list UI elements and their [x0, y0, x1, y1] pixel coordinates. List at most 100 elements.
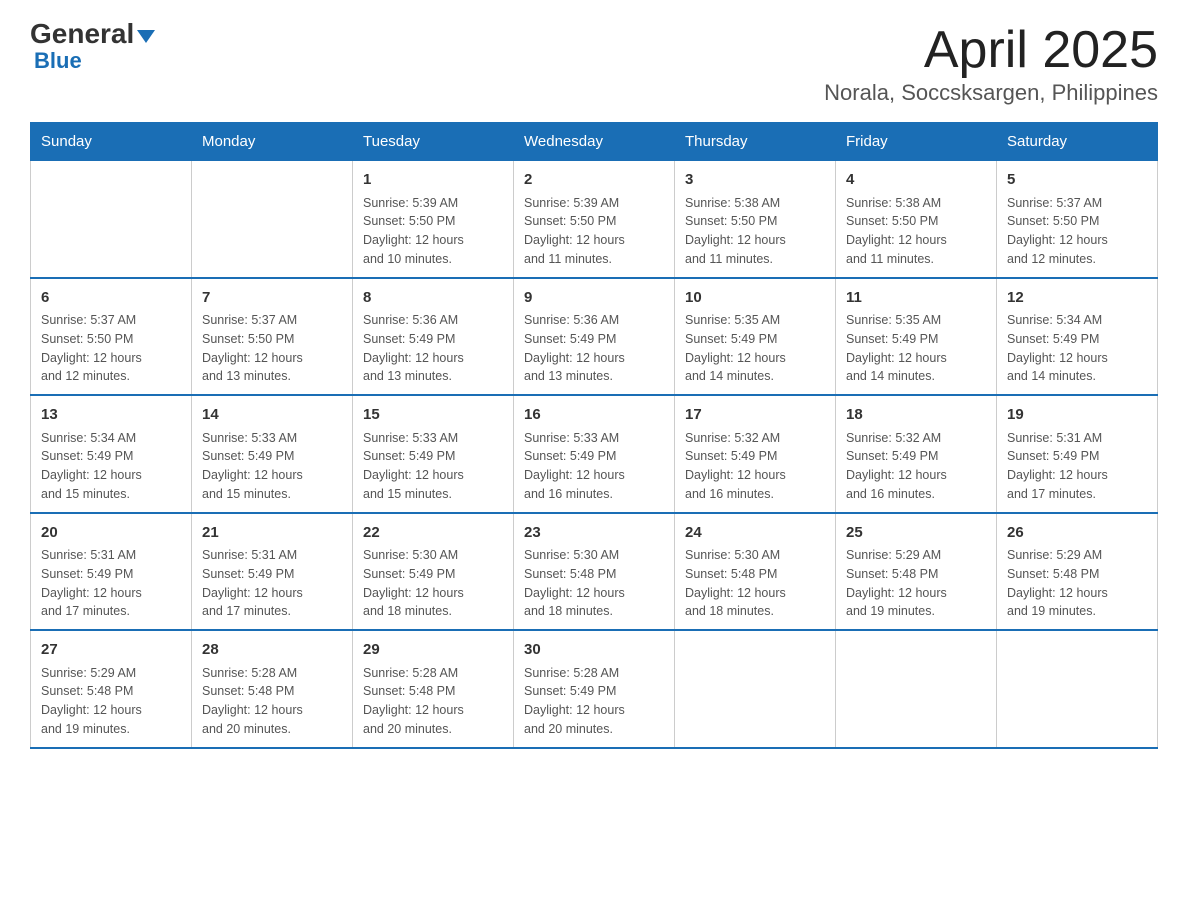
logo: General Blue	[30, 20, 155, 74]
day-number: 3	[685, 169, 825, 192]
day-number: 1	[363, 169, 503, 192]
table-row: 17Sunrise: 5:32 AM Sunset: 5:49 PM Dayli…	[675, 395, 836, 513]
calendar-week-row: 6Sunrise: 5:37 AM Sunset: 5:50 PM Daylig…	[31, 278, 1158, 396]
table-row	[192, 161, 353, 278]
table-row: 4Sunrise: 5:38 AM Sunset: 5:50 PM Daylig…	[836, 161, 997, 278]
table-row	[997, 630, 1158, 748]
day-number: 24	[685, 522, 825, 545]
table-row: 2Sunrise: 5:39 AM Sunset: 5:50 PM Daylig…	[514, 161, 675, 278]
day-number: 4	[846, 169, 986, 192]
day-number: 6	[41, 287, 181, 310]
day-info: Sunrise: 5:33 AM Sunset: 5:49 PM Dayligh…	[202, 429, 342, 504]
day-info: Sunrise: 5:36 AM Sunset: 5:49 PM Dayligh…	[524, 311, 664, 386]
day-info: Sunrise: 5:38 AM Sunset: 5:50 PM Dayligh…	[685, 194, 825, 269]
calendar-week-row: 20Sunrise: 5:31 AM Sunset: 5:49 PM Dayli…	[31, 513, 1158, 631]
day-info: Sunrise: 5:37 AM Sunset: 5:50 PM Dayligh…	[202, 311, 342, 386]
day-info: Sunrise: 5:32 AM Sunset: 5:49 PM Dayligh…	[685, 429, 825, 504]
table-row: 27Sunrise: 5:29 AM Sunset: 5:48 PM Dayli…	[31, 630, 192, 748]
day-number: 13	[41, 404, 181, 427]
table-row: 23Sunrise: 5:30 AM Sunset: 5:48 PM Dayli…	[514, 513, 675, 631]
day-info: Sunrise: 5:34 AM Sunset: 5:49 PM Dayligh…	[1007, 311, 1147, 386]
calendar-week-row: 1Sunrise: 5:39 AM Sunset: 5:50 PM Daylig…	[31, 161, 1158, 278]
day-number: 23	[524, 522, 664, 545]
table-row: 11Sunrise: 5:35 AM Sunset: 5:49 PM Dayli…	[836, 278, 997, 396]
calendar-week-row: 27Sunrise: 5:29 AM Sunset: 5:48 PM Dayli…	[31, 630, 1158, 748]
logo-blue: Blue	[34, 48, 82, 74]
header-saturday: Saturday	[997, 123, 1158, 161]
day-number: 9	[524, 287, 664, 310]
table-row: 10Sunrise: 5:35 AM Sunset: 5:49 PM Dayli…	[675, 278, 836, 396]
table-row	[836, 630, 997, 748]
day-number: 5	[1007, 169, 1147, 192]
day-info: Sunrise: 5:28 AM Sunset: 5:48 PM Dayligh…	[202, 664, 342, 739]
table-row: 20Sunrise: 5:31 AM Sunset: 5:49 PM Dayli…	[31, 513, 192, 631]
day-number: 21	[202, 522, 342, 545]
table-row: 28Sunrise: 5:28 AM Sunset: 5:48 PM Dayli…	[192, 630, 353, 748]
table-row: 5Sunrise: 5:37 AM Sunset: 5:50 PM Daylig…	[997, 161, 1158, 278]
header-sunday: Sunday	[31, 123, 192, 161]
table-row: 14Sunrise: 5:33 AM Sunset: 5:49 PM Dayli…	[192, 395, 353, 513]
day-info: Sunrise: 5:30 AM Sunset: 5:48 PM Dayligh…	[524, 546, 664, 621]
header-thursday: Thursday	[675, 123, 836, 161]
table-row: 7Sunrise: 5:37 AM Sunset: 5:50 PM Daylig…	[192, 278, 353, 396]
day-info: Sunrise: 5:31 AM Sunset: 5:49 PM Dayligh…	[1007, 429, 1147, 504]
day-info: Sunrise: 5:31 AM Sunset: 5:49 PM Dayligh…	[202, 546, 342, 621]
calendar-week-row: 13Sunrise: 5:34 AM Sunset: 5:49 PM Dayli…	[31, 395, 1158, 513]
day-number: 15	[363, 404, 503, 427]
day-info: Sunrise: 5:33 AM Sunset: 5:49 PM Dayligh…	[524, 429, 664, 504]
table-row: 8Sunrise: 5:36 AM Sunset: 5:49 PM Daylig…	[353, 278, 514, 396]
day-info: Sunrise: 5:34 AM Sunset: 5:49 PM Dayligh…	[41, 429, 181, 504]
logo-arrow-icon	[137, 30, 155, 43]
day-number: 17	[685, 404, 825, 427]
table-row	[675, 630, 836, 748]
calendar-table: Sunday Monday Tuesday Wednesday Thursday…	[30, 122, 1158, 749]
calendar-header-row: Sunday Monday Tuesday Wednesday Thursday…	[31, 123, 1158, 161]
table-row: 24Sunrise: 5:30 AM Sunset: 5:48 PM Dayli…	[675, 513, 836, 631]
month-year-title: April 2025	[824, 20, 1158, 80]
table-row: 22Sunrise: 5:30 AM Sunset: 5:49 PM Dayli…	[353, 513, 514, 631]
table-row: 16Sunrise: 5:33 AM Sunset: 5:49 PM Dayli…	[514, 395, 675, 513]
table-row: 19Sunrise: 5:31 AM Sunset: 5:49 PM Dayli…	[997, 395, 1158, 513]
day-number: 25	[846, 522, 986, 545]
day-number: 20	[41, 522, 181, 545]
day-info: Sunrise: 5:32 AM Sunset: 5:49 PM Dayligh…	[846, 429, 986, 504]
day-info: Sunrise: 5:31 AM Sunset: 5:49 PM Dayligh…	[41, 546, 181, 621]
day-number: 11	[846, 287, 986, 310]
table-row: 29Sunrise: 5:28 AM Sunset: 5:48 PM Dayli…	[353, 630, 514, 748]
day-info: Sunrise: 5:38 AM Sunset: 5:50 PM Dayligh…	[846, 194, 986, 269]
calendar-title-block: April 2025 Norala, Soccsksargen, Philipp…	[824, 20, 1158, 106]
day-number: 28	[202, 639, 342, 662]
day-info: Sunrise: 5:37 AM Sunset: 5:50 PM Dayligh…	[41, 311, 181, 386]
page-header: General Blue April 2025 Norala, Soccsksa…	[30, 20, 1158, 106]
day-number: 18	[846, 404, 986, 427]
day-info: Sunrise: 5:39 AM Sunset: 5:50 PM Dayligh…	[363, 194, 503, 269]
day-number: 19	[1007, 404, 1147, 427]
day-number: 27	[41, 639, 181, 662]
day-number: 26	[1007, 522, 1147, 545]
table-row: 21Sunrise: 5:31 AM Sunset: 5:49 PM Dayli…	[192, 513, 353, 631]
table-row: 9Sunrise: 5:36 AM Sunset: 5:49 PM Daylig…	[514, 278, 675, 396]
day-number: 2	[524, 169, 664, 192]
day-number: 10	[685, 287, 825, 310]
day-info: Sunrise: 5:29 AM Sunset: 5:48 PM Dayligh…	[41, 664, 181, 739]
table-row: 26Sunrise: 5:29 AM Sunset: 5:48 PM Dayli…	[997, 513, 1158, 631]
day-number: 14	[202, 404, 342, 427]
table-row: 15Sunrise: 5:33 AM Sunset: 5:49 PM Dayli…	[353, 395, 514, 513]
day-info: Sunrise: 5:28 AM Sunset: 5:49 PM Dayligh…	[524, 664, 664, 739]
table-row: 3Sunrise: 5:38 AM Sunset: 5:50 PM Daylig…	[675, 161, 836, 278]
table-row: 18Sunrise: 5:32 AM Sunset: 5:49 PM Dayli…	[836, 395, 997, 513]
day-number: 8	[363, 287, 503, 310]
logo-general: General	[30, 20, 134, 48]
day-info: Sunrise: 5:33 AM Sunset: 5:49 PM Dayligh…	[363, 429, 503, 504]
day-number: 16	[524, 404, 664, 427]
day-number: 29	[363, 639, 503, 662]
header-friday: Friday	[836, 123, 997, 161]
day-info: Sunrise: 5:30 AM Sunset: 5:49 PM Dayligh…	[363, 546, 503, 621]
table-row: 6Sunrise: 5:37 AM Sunset: 5:50 PM Daylig…	[31, 278, 192, 396]
table-row: 12Sunrise: 5:34 AM Sunset: 5:49 PM Dayli…	[997, 278, 1158, 396]
day-number: 12	[1007, 287, 1147, 310]
day-info: Sunrise: 5:39 AM Sunset: 5:50 PM Dayligh…	[524, 194, 664, 269]
day-info: Sunrise: 5:29 AM Sunset: 5:48 PM Dayligh…	[1007, 546, 1147, 621]
day-number: 7	[202, 287, 342, 310]
day-info: Sunrise: 5:36 AM Sunset: 5:49 PM Dayligh…	[363, 311, 503, 386]
